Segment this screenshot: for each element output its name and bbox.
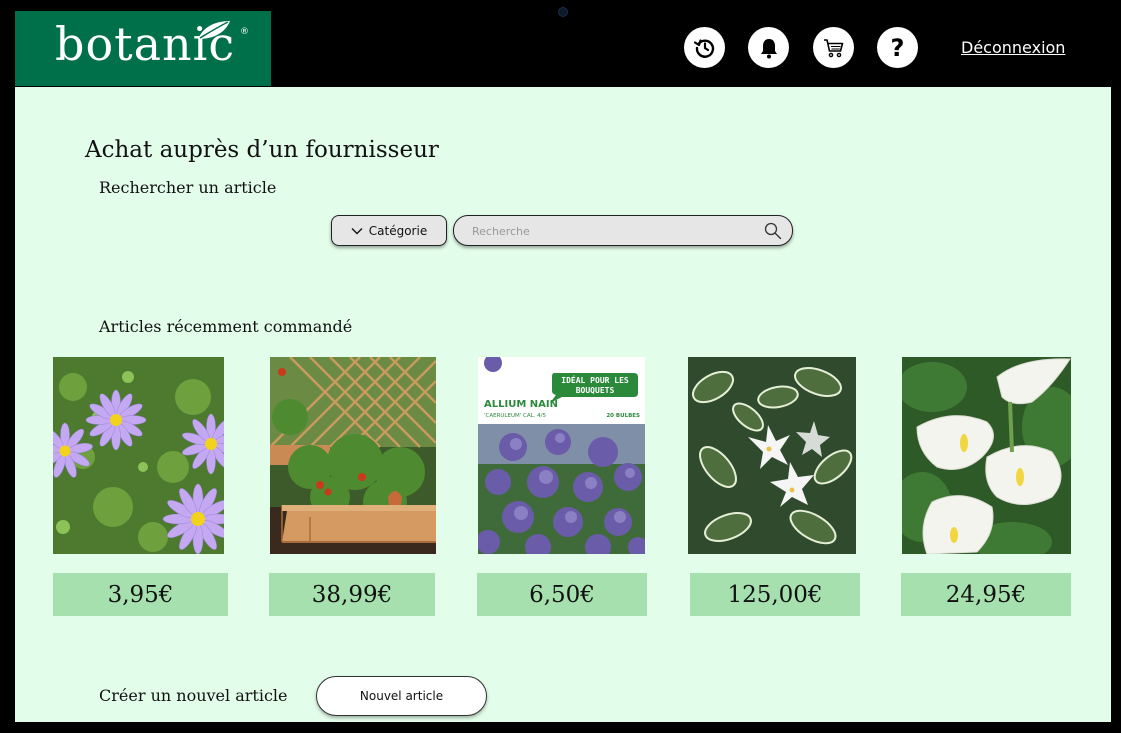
product-price-1: 3,95€ — [53, 573, 228, 616]
calla-lily-image — [902, 357, 1071, 554]
raised-garden-bed-image — [270, 357, 436, 554]
new-article-button[interactable]: Nouvel article — [316, 676, 487, 716]
history-button[interactable] — [684, 27, 725, 68]
packet-title: ALLIUM NAIN — [484, 399, 558, 410]
packet-subtitle: 'CAERULEUM' CAL. 4/5 — [484, 413, 547, 419]
product-image-3[interactable]: IDÉAL POUR LES BOUQUETS ALLIUM NAIN 'CAE… — [478, 357, 645, 554]
cart-button[interactable] — [813, 27, 854, 68]
create-article-label: Créer un nouvel article — [99, 686, 288, 705]
category-label: Catégorie — [368, 223, 428, 238]
price-text: 125,00€ — [727, 581, 823, 608]
chevron-down-icon — [351, 227, 363, 234]
logout-link[interactable]: Déconnexion — [961, 38, 1065, 57]
main-panel: Achat auprès d’un fournisseur Rechercher… — [15, 87, 1111, 722]
purple-daisy-image — [53, 357, 224, 554]
product-image-5[interactable] — [902, 357, 1071, 554]
price-text: 38,99€ — [311, 581, 393, 608]
packet-count: 20 BULBES — [606, 413, 640, 419]
help-button[interactable]: ? — [877, 27, 918, 68]
notifications-button[interactable] — [748, 27, 789, 68]
allium-packet-image: IDÉAL POUR LES BOUQUETS ALLIUM NAIN 'CAE… — [478, 357, 645, 554]
leaf-icon — [198, 21, 230, 39]
product-price-2: 38,99€ — [269, 573, 435, 616]
product-price-4: 125,00€ — [690, 573, 860, 616]
search-icon[interactable] — [764, 222, 782, 240]
page-title: Achat auprès d’un fournisseur — [85, 137, 439, 163]
search-section-label: Rechercher un article — [99, 178, 277, 197]
packet-bubble-line1: IDÉAL POUR LES — [561, 374, 629, 385]
price-text: 24,95€ — [945, 581, 1027, 608]
search-input[interactable] — [470, 221, 754, 241]
new-article-label: Nouvel article — [359, 689, 444, 703]
recent-articles-label: Articles récemment commandé — [99, 317, 353, 336]
brand-logo[interactable]: botanic ® — [15, 11, 271, 86]
white-flower-shrub-image — [688, 357, 856, 554]
registered-mark: ® — [240, 27, 249, 37]
product-image-4[interactable] — [688, 357, 856, 554]
help-icon: ? — [890, 33, 905, 62]
product-price-5: 24,95€ — [901, 573, 1071, 616]
camera-indicator — [558, 7, 568, 17]
packet-bubble-line2: BOUQUETS — [576, 386, 615, 395]
product-price-3: 6,50€ — [477, 573, 647, 616]
product-image-2[interactable] — [270, 357, 436, 554]
category-dropdown[interactable]: Catégorie — [331, 215, 447, 246]
price-text: 3,95€ — [107, 581, 174, 608]
product-image-1[interactable] — [53, 357, 224, 554]
history-icon — [693, 38, 714, 58]
bell-icon — [760, 38, 777, 58]
search-bar[interactable] — [453, 215, 793, 246]
cart-icon — [823, 38, 843, 57]
price-text: 6,50€ — [529, 581, 595, 608]
